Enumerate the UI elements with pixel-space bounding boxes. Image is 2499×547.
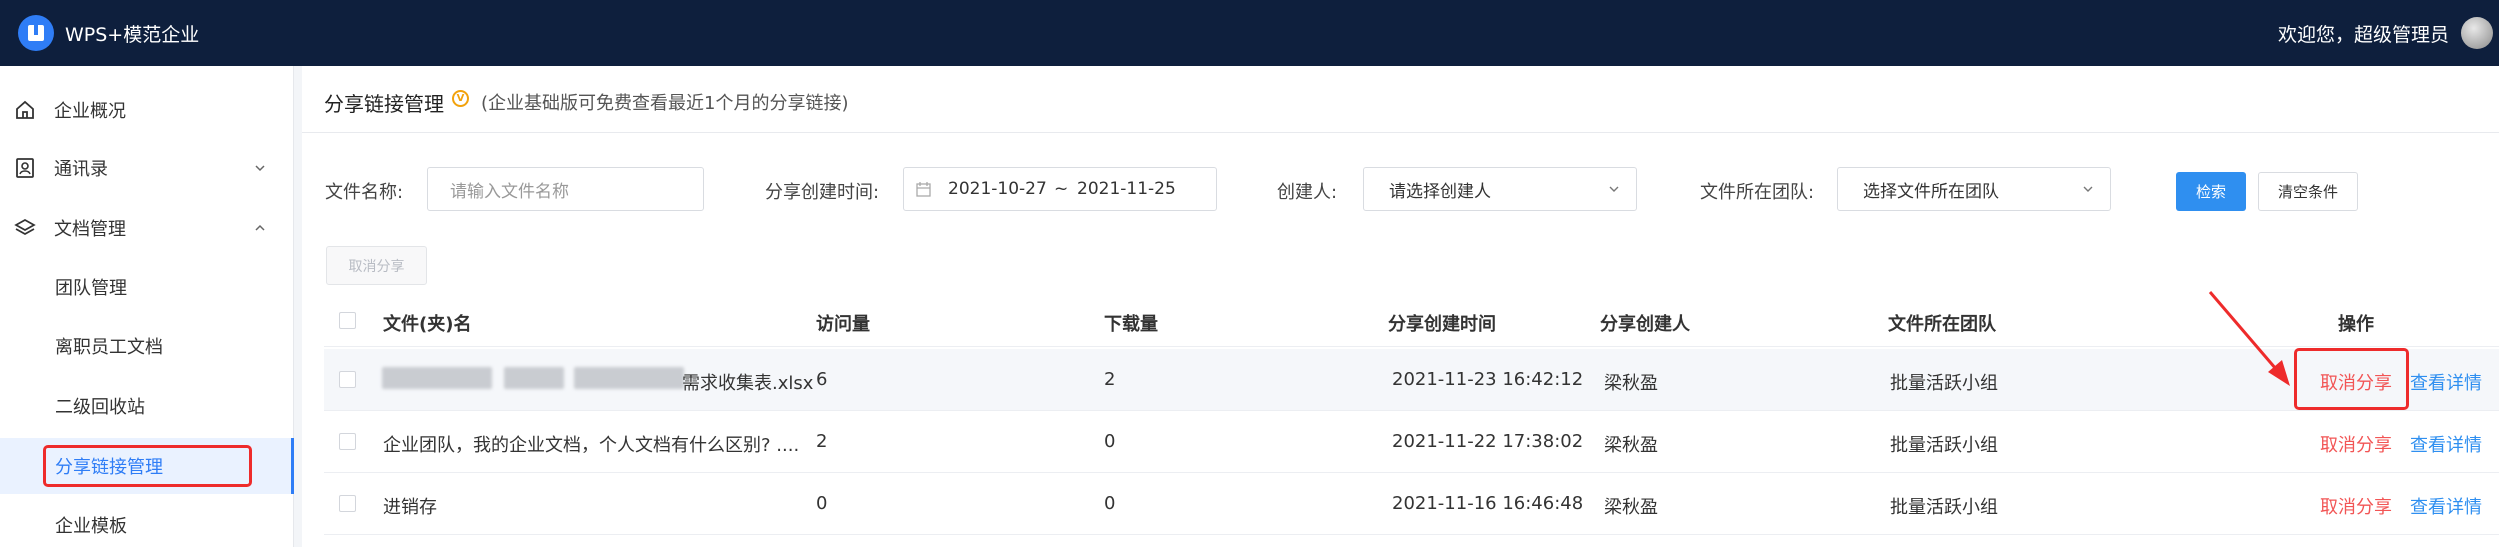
sidebar: 企业概况 通讯录 文档管理 团队管理 离职员工文档 二级回收站 分享链接管理 企… bbox=[0, 66, 294, 547]
cancel-share-link[interactable]: 取消分享 bbox=[2320, 431, 2392, 457]
avatar[interactable] bbox=[2461, 17, 2493, 49]
share-created-time: 2021-11-23 16:42:12 bbox=[1392, 369, 1584, 390]
file-name-input[interactable]: 请输入文件名称 bbox=[427, 167, 704, 211]
redacted-text bbox=[574, 367, 684, 389]
chevron-down-icon bbox=[255, 165, 265, 172]
download-count: 0 bbox=[1104, 431, 1116, 452]
sidebar-subitem-team-management[interactable]: 团队管理 bbox=[0, 259, 294, 315]
info-icon: V bbox=[452, 90, 469, 107]
home-icon bbox=[16, 100, 34, 119]
page-title: 分享链接管理 bbox=[324, 92, 444, 116]
visit-count: 6 bbox=[816, 369, 828, 390]
bulk-cancel-share-button[interactable]: 取消分享 bbox=[326, 246, 427, 285]
file-team: 批量活跃小组 bbox=[1890, 435, 1998, 456]
redacted-text bbox=[504, 367, 564, 389]
sidebar-item-label: 文档管理 bbox=[54, 219, 126, 240]
sidebar-subitem-label: 企业模板 bbox=[55, 516, 127, 537]
chevron-up-icon bbox=[255, 224, 265, 231]
sidebar-subitem-departed-docs[interactable]: 离职员工文档 bbox=[0, 318, 294, 374]
select-all-checkbox[interactable] bbox=[339, 312, 356, 329]
app-title: WPS+模范企业 bbox=[65, 24, 200, 46]
column-header: 文件所在团队 bbox=[1888, 314, 1996, 335]
file-name-label: 文件名称: bbox=[325, 182, 404, 203]
creator-placeholder: 请选择创建人 bbox=[1389, 181, 1491, 202]
share-created-time: 2021-11-22 17:38:02 bbox=[1392, 431, 1584, 452]
layers-icon bbox=[14, 219, 36, 235]
sidebar-subitem-label: 团队管理 bbox=[55, 278, 127, 299]
date-start: 2021-10-27 bbox=[948, 179, 1047, 199]
sidebar-subitem-templates[interactable]: 企业模板 bbox=[0, 497, 294, 547]
app-logo-icon[interactable] bbox=[18, 15, 54, 51]
clear-filters-button[interactable]: 清空条件 bbox=[2258, 172, 2358, 211]
sidebar-item-documents[interactable]: 文档管理 bbox=[0, 200, 294, 256]
column-header: 下载量 bbox=[1104, 314, 1158, 335]
file-team: 批量活跃小组 bbox=[1890, 497, 1998, 518]
column-header: 文件(夹)名 bbox=[383, 314, 472, 335]
file-team: 批量活跃小组 bbox=[1890, 373, 1998, 394]
table-row[interactable]: 需求收集表.xlsx 6 2 2021-11-23 16:42:12 梁秋盈 批… bbox=[324, 348, 2499, 411]
date-end: 2021-11-25 bbox=[1077, 179, 1176, 199]
table-row[interactable]: 进销存 0 0 2021-11-16 16:46:48 梁秋盈 批量活跃小组 取… bbox=[324, 473, 2499, 535]
sidebar-item-overview[interactable]: 企业概况 bbox=[0, 82, 294, 138]
top-bar: WPS+模范企业 欢迎您，超级管理员 bbox=[0, 0, 2499, 66]
row-checkbox[interactable] bbox=[339, 433, 356, 450]
sidebar-subitem-label: 离职员工文档 bbox=[55, 337, 163, 358]
chevron-down-icon bbox=[1609, 186, 1619, 192]
file-name[interactable]: 进销存 bbox=[383, 493, 437, 519]
main-panel: 分享链接管理 V (企业基础版可免费查看最近1个月的分享链接) 文件名称: 请输… bbox=[302, 66, 2499, 547]
view-details-link[interactable]: 查看详情 bbox=[2410, 493, 2482, 519]
sidebar-item-label: 通讯录 bbox=[54, 159, 108, 180]
file-name[interactable]: 企业团队，我的企业文档，个人文档有什么区别? .... bbox=[383, 431, 799, 457]
date-range-picker[interactable]: 2021-10-27 ~ 2021-11-25 bbox=[903, 167, 1217, 211]
share-created-time: 2021-11-16 16:46:48 bbox=[1392, 493, 1584, 514]
chevron-down-icon bbox=[2083, 186, 2093, 192]
view-details-link[interactable]: 查看详情 bbox=[2410, 431, 2482, 457]
team-label: 文件所在团队: bbox=[1700, 182, 1815, 203]
column-header: 分享创建人 bbox=[1600, 314, 1690, 335]
created-time-label: 分享创建时间: bbox=[765, 182, 880, 203]
team-select[interactable]: 选择文件所在团队 bbox=[1837, 167, 2111, 211]
column-header: 分享创建时间 bbox=[1388, 314, 1496, 335]
annotation-highlight-box bbox=[43, 445, 252, 487]
file-name[interactable]: 需求收集表.xlsx bbox=[682, 369, 813, 395]
visit-count: 2 bbox=[816, 431, 828, 452]
share-creator: 梁秋盈 bbox=[1604, 497, 1658, 518]
team-placeholder: 选择文件所在团队 bbox=[1863, 181, 1999, 202]
sidebar-item-label: 企业概况 bbox=[54, 101, 126, 122]
row-checkbox[interactable] bbox=[339, 371, 356, 388]
share-creator: 梁秋盈 bbox=[1604, 435, 1658, 456]
contacts-icon bbox=[16, 158, 34, 178]
annotation-highlight-box bbox=[2294, 348, 2409, 410]
sidebar-subitem-recycle-bin[interactable]: 二级回收站 bbox=[0, 378, 294, 434]
creator-select[interactable]: 请选择创建人 bbox=[1363, 167, 1637, 211]
creator-label: 创建人: bbox=[1277, 182, 1338, 203]
download-count: 2 bbox=[1104, 369, 1116, 390]
file-name-placeholder: 请输入文件名称 bbox=[450, 181, 569, 202]
page-header: 分享链接管理 V (企业基础版可免费查看最近1个月的分享链接) bbox=[302, 66, 2499, 133]
date-separator: ~ bbox=[1054, 179, 1069, 199]
table-header: 文件(夹)名 访问量 下载量 分享创建时间 分享创建人 文件所在团队 操作 bbox=[324, 292, 2499, 347]
column-header: 操作 bbox=[2338, 314, 2374, 335]
search-button[interactable]: 检索 bbox=[2176, 172, 2246, 211]
visit-count: 0 bbox=[816, 493, 828, 514]
page-note: (企业基础版可免费查看最近1个月的分享链接) bbox=[481, 93, 849, 114]
column-header: 访问量 bbox=[816, 314, 870, 335]
row-checkbox[interactable] bbox=[339, 495, 356, 512]
cancel-share-link[interactable]: 取消分享 bbox=[2320, 493, 2392, 519]
view-details-link[interactable]: 查看详情 bbox=[2410, 369, 2482, 395]
sidebar-item-contacts[interactable]: 通讯录 bbox=[0, 140, 294, 196]
welcome-text: 欢迎您，超级管理员 bbox=[2277, 24, 2449, 46]
redacted-text bbox=[382, 367, 492, 389]
calendar-icon bbox=[916, 182, 931, 197]
sidebar-subitem-label: 二级回收站 bbox=[55, 397, 145, 418]
share-creator: 梁秋盈 bbox=[1604, 373, 1658, 394]
download-count: 0 bbox=[1104, 493, 1116, 514]
table-row[interactable]: 企业团队，我的企业文档，个人文档有什么区别? .... 2 0 2021-11-… bbox=[324, 411, 2499, 473]
